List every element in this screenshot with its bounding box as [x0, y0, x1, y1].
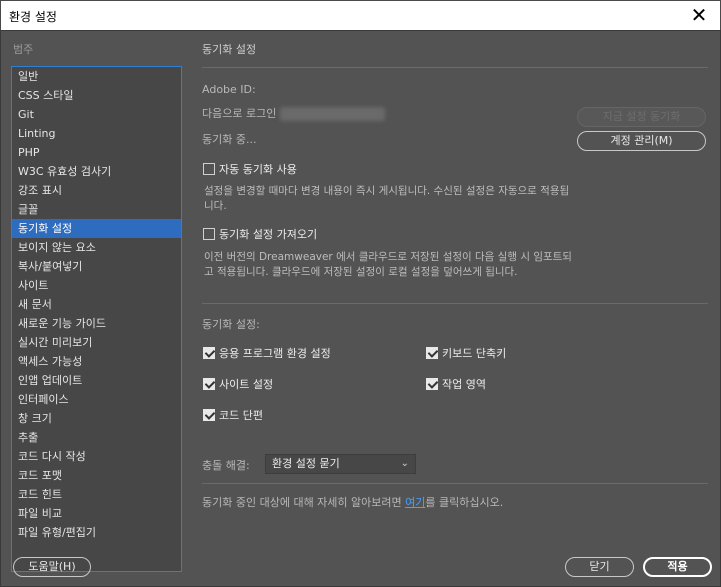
category-item[interactable]: 액세스 가능성	[12, 352, 181, 371]
app-prefs-label: 응용 프로그램 환경 설정	[219, 347, 331, 360]
auto-sync-option[interactable]: 자동 동기화 사용	[203, 161, 297, 177]
category-item[interactable]: 추출	[12, 428, 181, 447]
snippets-label: 코드 단편	[219, 409, 263, 422]
manage-account-button[interactable]: 계정 관리(M)	[577, 131, 706, 151]
site-option[interactable]: 사이트 설정	[203, 376, 273, 392]
here-link[interactable]: 여기	[405, 496, 425, 509]
login-prefix: 다음으로 로그인	[202, 107, 277, 120]
category-item[interactable]: 동기화 설정	[12, 219, 181, 238]
category-item[interactable]: 코드 다시 작성	[12, 447, 181, 466]
category-item[interactable]: 인앱 업데이트	[12, 371, 181, 390]
category-item[interactable]: CSS 스타일	[12, 86, 181, 105]
keyboard-label: 키보드 단축키	[442, 347, 507, 360]
footer-text: 동기화 중인 대상에 대해 자세히 알아보려면 여기를 클릭하십시오.	[202, 494, 503, 510]
divider	[202, 303, 708, 304]
divider	[202, 483, 708, 484]
category-item[interactable]: 일반	[12, 67, 181, 86]
auto-sync-checkbox[interactable]	[203, 163, 215, 175]
category-item[interactable]: 파일 비교	[12, 504, 181, 523]
snippets-option[interactable]: 코드 단편	[203, 407, 263, 423]
category-item[interactable]: 새 문서	[12, 295, 181, 314]
category-item[interactable]: 코드 힌트	[12, 485, 181, 504]
category-item[interactable]: 강조 표시	[12, 181, 181, 200]
app-prefs-checkbox[interactable]	[203, 347, 215, 359]
category-item[interactable]: 창 크기	[12, 409, 181, 428]
window-title: 환경 설정	[9, 10, 57, 24]
category-item[interactable]: 파일 유형/편집기	[12, 523, 181, 542]
category-item[interactable]: 코드 포맷	[12, 466, 181, 485]
help-button[interactable]: 도움말(H)	[13, 557, 91, 577]
login-info: 다음으로 로그인	[202, 105, 386, 121]
sync-settings-label: 동기화 설정:	[202, 318, 260, 331]
import-sync-description: 이전 버전의 Dreamweaver 에서 클라우드로 저장된 설정이 다음 실…	[204, 251, 572, 278]
close-icon[interactable]: ✕	[688, 4, 710, 26]
redacted-account	[280, 107, 386, 121]
keyboard-checkbox[interactable]	[426, 347, 438, 359]
category-item[interactable]: 보이지 않는 요소	[12, 238, 181, 257]
category-item[interactable]: Git	[12, 105, 181, 124]
workspace-option[interactable]: 작업 영역	[426, 376, 486, 392]
sync-status: 동기화 중...	[202, 133, 257, 146]
site-checkbox[interactable]	[203, 378, 215, 390]
category-item[interactable]: PHP	[12, 143, 181, 162]
auto-sync-description: 설정을 변경할 때마다 변경 내용이 즉시 게시됩니다. 수신된 설정은 자동으…	[204, 185, 570, 212]
category-item[interactable]: 복사/붙여넣기	[12, 257, 181, 276]
app-prefs-option[interactable]: 응용 프로그램 환경 설정	[203, 345, 331, 361]
category-item[interactable]: Linting	[12, 124, 181, 143]
category-item[interactable]: 사이트	[12, 276, 181, 295]
category-item[interactable]: 실시간 미리보기	[12, 333, 181, 352]
category-list[interactable]: 일반 CSS 스타일 Git Linting PHP W3C 유효성 검사기 강조 표시 글꼴…	[11, 66, 182, 572]
category-item[interactable]: 인터페이스	[12, 390, 181, 409]
footer-prefix: 동기화 중인 대상에 대해 자세히 알아보려면	[202, 496, 406, 509]
workspace-checkbox[interactable]	[426, 378, 438, 390]
workspace-label: 작업 영역	[442, 378, 486, 391]
divider	[202, 67, 708, 68]
title-bar: 환경 설정 ✕	[0, 0, 721, 30]
snippets-checkbox[interactable]	[203, 409, 215, 421]
conflict-resolution-select[interactable]: 환경 설정 묻기 ⌄	[265, 454, 416, 474]
site-label: 사이트 설정	[219, 378, 274, 391]
sync-now-button[interactable]: 지금 설정 동기화	[577, 107, 706, 127]
footer-suffix: 를 클릭하십시오.	[425, 496, 504, 509]
category-item[interactable]: W3C 유효성 검사기	[12, 162, 181, 181]
conflict-value: 환경 설정 묻기	[272, 457, 340, 470]
keyboard-option[interactable]: 키보드 단축키	[426, 345, 506, 361]
chevron-down-icon: ⌄	[400, 458, 409, 469]
close-button[interactable]: 닫기	[565, 557, 634, 577]
import-sync-option[interactable]: 동기화 설정 가져오기	[203, 226, 317, 242]
conflict-label: 충돌 해결:	[202, 459, 250, 472]
import-sync-checkbox[interactable]	[203, 228, 215, 240]
category-item[interactable]: 새로운 기능 가이드	[12, 314, 181, 333]
adobe-id-label: Adobe ID:	[202, 83, 256, 96]
category-item[interactable]: 글꼴	[12, 200, 181, 219]
preferences-dialog: 범주 일반 CSS 스타일 Git Linting PHP W3C 유효성 검사기 강조 표…	[0, 30, 721, 587]
auto-sync-label: 자동 동기화 사용	[219, 163, 297, 176]
panel-title: 동기화 설정	[202, 43, 257, 56]
category-heading: 범주	[13, 43, 34, 56]
apply-button[interactable]: 적용	[643, 557, 712, 577]
import-sync-label: 동기화 설정 가져오기	[219, 228, 318, 241]
